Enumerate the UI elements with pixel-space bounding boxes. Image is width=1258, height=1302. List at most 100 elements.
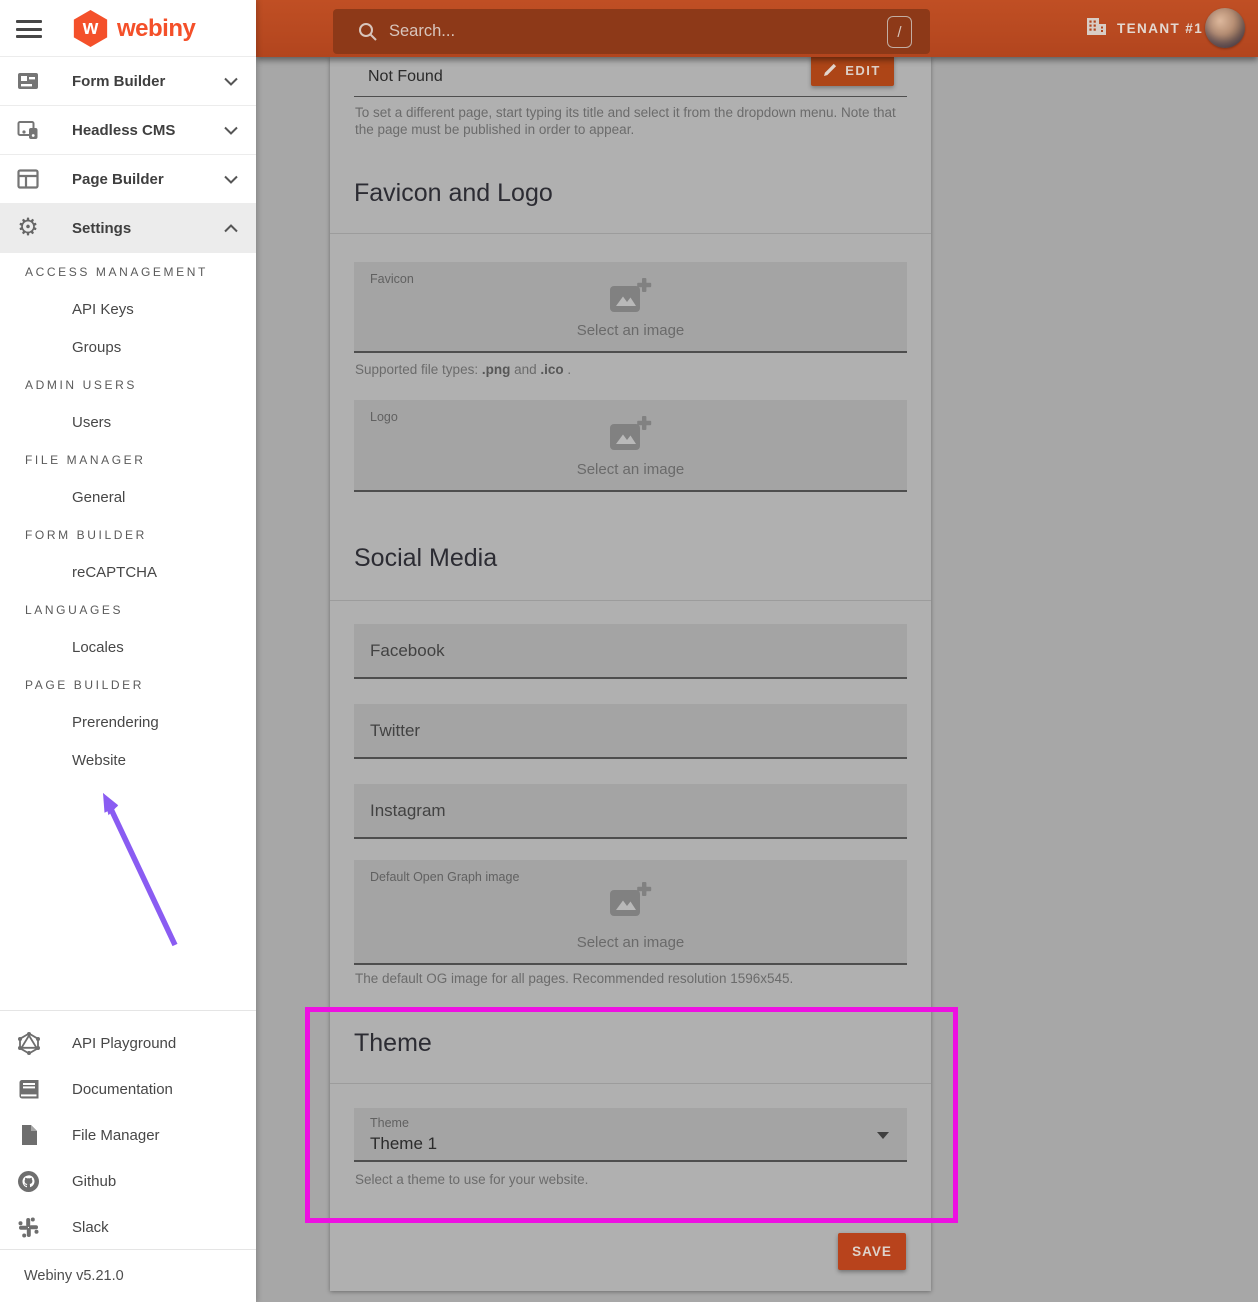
gear-icon: ⚙	[14, 218, 42, 238]
sidebar-item-documentation[interactable]: Documentation	[0, 1066, 256, 1112]
nav-label: Form Builder	[72, 73, 165, 90]
nav-label: Settings	[72, 220, 131, 237]
file-icon	[15, 1124, 42, 1146]
page-field-helper: To set a different page, start typing it…	[355, 104, 900, 138]
og-helper: The default OG image for all pages. Reco…	[355, 970, 793, 987]
favicon-label: Favicon	[370, 272, 414, 286]
theme-select[interactable]: Theme Theme 1	[354, 1108, 907, 1162]
sidebar-item-api-playground[interactable]: API Playground	[0, 1020, 256, 1066]
sidebar-item-api-keys[interactable]: API Keys	[0, 290, 256, 328]
select-image-label: Select an image	[354, 322, 907, 339]
theme-select-value: Theme 1	[370, 1134, 437, 1154]
edit-button[interactable]: EDIT	[811, 55, 894, 86]
sidebar: w webiny Form Builder Headless CMS Page …	[0, 0, 256, 1302]
sidebar-item-github[interactable]: Github	[0, 1158, 256, 1204]
helper-text: .	[564, 362, 572, 377]
search-bar[interactable]: /	[333, 9, 930, 54]
settings-subnav: ACCESS MANAGEMENT API Keys Groups ADMIN …	[0, 253, 256, 779]
section-page-builder: PAGE BUILDER	[0, 666, 256, 703]
theme-helper: Select a theme to use for your website.	[355, 1171, 588, 1188]
book-icon	[15, 1078, 42, 1100]
graphql-icon	[15, 1032, 42, 1055]
sidebar-item-locales[interactable]: Locales	[0, 628, 256, 666]
sidebar-item-settings[interactable]: ⚙ Settings	[0, 204, 256, 253]
og-image-label: Default Open Graph image	[370, 870, 519, 884]
nav-label: Headless CMS	[72, 122, 175, 139]
headless-cms-icon	[14, 120, 42, 140]
save-button[interactable]: SAVE	[838, 1233, 906, 1270]
bottom-link-label: File Manager	[72, 1127, 160, 1144]
section-title-theme: Theme	[354, 1029, 432, 1058]
bottom-link-label: Documentation	[72, 1081, 173, 1098]
building-icon	[1086, 17, 1107, 41]
og-image-picker[interactable]: Default Open Graph image Select an image	[354, 860, 907, 965]
tenant-label: TENANT #1	[1117, 21, 1203, 36]
slack-icon	[15, 1217, 42, 1238]
top-app-bar: / TENANT #1	[256, 0, 1258, 57]
nav-label: Page Builder	[72, 171, 164, 188]
section-admin-users: ADMIN USERS	[0, 366, 256, 403]
sidebar-header: w webiny	[0, 0, 256, 57]
helper-text-bold: .png	[482, 362, 511, 377]
bottom-link-label: Slack	[72, 1219, 109, 1236]
webiny-logo[interactable]: w webiny	[72, 10, 195, 47]
edit-button-label: EDIT	[845, 63, 881, 78]
select-image-label: Select an image	[354, 934, 907, 951]
helper-text: and	[510, 362, 540, 377]
website-settings-form: Not Found EDIT To set a different page, …	[330, 57, 931, 1291]
chevron-down-icon	[224, 175, 238, 184]
divider	[330, 1083, 931, 1084]
theme-select-label: Theme	[370, 1116, 409, 1130]
add-image-icon	[608, 880, 654, 925]
github-icon	[15, 1170, 42, 1193]
favicon-helper: Supported file types: .png and .ico .	[355, 361, 571, 378]
sidebar-item-page-builder[interactable]: Page Builder	[0, 155, 256, 204]
form-builder-icon	[14, 71, 42, 91]
sidebar-item-form-builder[interactable]: Form Builder	[0, 57, 256, 106]
sidebar-item-headless-cms[interactable]: Headless CMS	[0, 106, 256, 155]
add-image-icon	[608, 276, 654, 321]
favicon-image-picker[interactable]: Favicon Select an image	[354, 262, 907, 353]
section-title-social-media: Social Media	[354, 544, 497, 573]
section-file-manager: FILE MANAGER	[0, 441, 256, 478]
chevron-down-icon	[224, 77, 238, 86]
sidebar-item-users[interactable]: Users	[0, 403, 256, 441]
search-shortcut-badge: /	[887, 16, 912, 48]
bottom-link-label: Github	[72, 1173, 116, 1190]
search-icon	[358, 22, 378, 47]
section-title-favicon-logo: Favicon and Logo	[354, 179, 553, 208]
bottom-link-label: API Playground	[72, 1035, 176, 1052]
sidebar-item-slack[interactable]: Slack	[0, 1204, 256, 1250]
tenant-selector[interactable]: TENANT #1	[1086, 0, 1203, 57]
version-label: Webiny v5.21.0	[0, 1249, 256, 1302]
chevron-down-icon	[877, 1132, 889, 1139]
logo-label: Logo	[370, 410, 398, 424]
webiny-hexagon-icon: w	[72, 10, 109, 47]
instagram-input[interactable]: Instagram	[354, 784, 907, 839]
sidebar-item-groups[interactable]: Groups	[0, 328, 256, 366]
sidebar-bottom-links: API Playground Documentation File Manage…	[0, 1010, 256, 1250]
divider	[330, 233, 931, 234]
sidebar-item-file-manager[interactable]: File Manager	[0, 1112, 256, 1158]
section-languages: LANGUAGES	[0, 591, 256, 628]
sidebar-item-recaptcha[interactable]: reCAPTCHA	[0, 553, 256, 591]
chevron-down-icon	[224, 126, 238, 135]
sidebar-item-website[interactable]: Website	[0, 741, 256, 779]
select-image-label: Select an image	[354, 461, 907, 478]
page-builder-icon	[14, 169, 42, 189]
section-access-management: ACCESS MANAGEMENT	[0, 253, 256, 290]
user-avatar[interactable]	[1205, 8, 1245, 48]
search-input[interactable]	[389, 9, 859, 54]
logo-image-picker[interactable]: Logo Select an image	[354, 400, 907, 492]
section-form-builder: FORM BUILDER	[0, 516, 256, 553]
pencil-icon	[824, 63, 837, 79]
chevron-up-icon	[224, 224, 238, 233]
hamburger-menu-icon[interactable]	[16, 20, 42, 38]
sidebar-item-general[interactable]: General	[0, 478, 256, 516]
facebook-input[interactable]: Facebook	[354, 624, 907, 679]
webiny-wordmark: webiny	[117, 15, 195, 43]
twitter-input[interactable]: Twitter	[354, 704, 907, 759]
helper-text: Supported file types:	[355, 362, 482, 377]
sidebar-item-prerendering[interactable]: Prerendering	[0, 703, 256, 741]
add-image-icon	[608, 414, 654, 459]
